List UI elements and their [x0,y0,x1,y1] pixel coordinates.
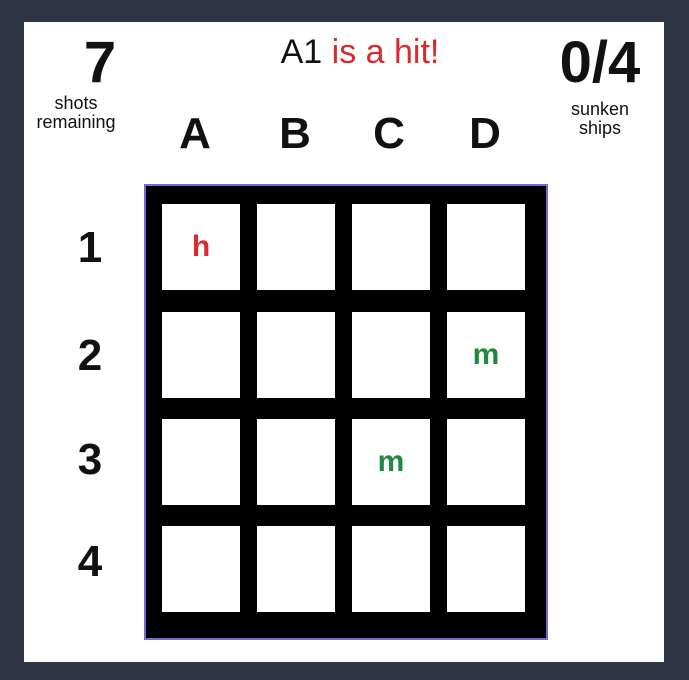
row-label-1: 1 [77,223,103,272]
column-label-b: B [279,109,311,158]
board-cell-c3[interactable]: m [352,419,430,505]
board-cell-c4[interactable] [352,526,430,612]
row-label-4: 4 [77,537,103,586]
board-cell-b4[interactable] [257,526,335,612]
board-cell-d4[interactable] [447,526,525,612]
message-result: is a hit! [331,33,440,71]
board-cell-b3[interactable] [257,419,335,505]
board-cell-c2[interactable] [352,312,430,398]
board-cell-d3[interactable] [447,419,525,505]
board-cell-a2[interactable] [162,312,240,398]
game-card: 7 shots remaining A1 is a hit! 0/4 sunke… [24,22,664,662]
row-label-3: 3 [77,435,103,484]
board-cell-b1[interactable] [257,204,335,290]
board-cell-c1[interactable] [352,204,430,290]
sunken-ships-count: 0/4 [559,30,641,95]
shots-remaining-label: shots remaining [36,93,116,132]
column-label-d: D [469,109,501,158]
shots-remaining-count: 7 [83,30,117,95]
board-cell-a1[interactable]: h [162,204,240,290]
board-cell-d1[interactable] [447,204,525,290]
status-message: A1 is a hit! [184,30,536,74]
row-label-2: 2 [77,331,103,380]
column-label-c: C [373,109,405,158]
board-cell-a4[interactable] [162,526,240,612]
message-coordinate: A1 [280,33,323,71]
sunken-ships-label: sunken ships [570,99,630,138]
board-cell-a3[interactable] [162,419,240,505]
column-label-a: A [179,109,211,158]
board-cell-b2[interactable] [257,312,335,398]
board-cell-d2[interactable]: m [447,312,525,398]
game-board: h m m [144,184,548,640]
